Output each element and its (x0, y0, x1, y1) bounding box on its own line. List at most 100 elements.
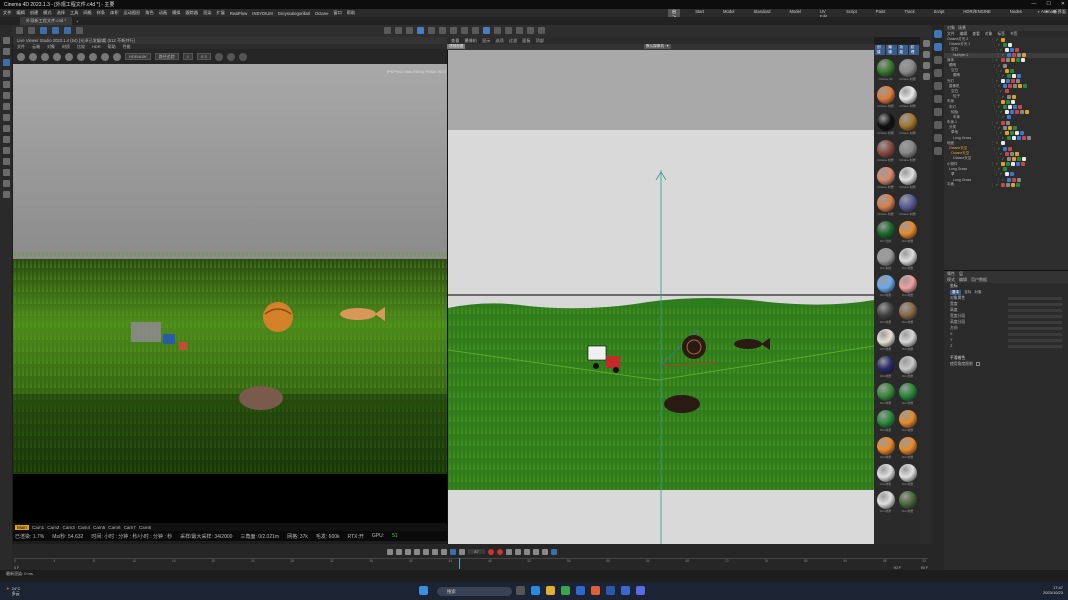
layout-tab-active[interactable]: 启动 (668, 9, 681, 20)
tag-icon[interactable] (1010, 130, 1014, 135)
tag-icon[interactable] (1010, 47, 1014, 52)
tag-icon[interactable] (1003, 84, 1007, 89)
pen-icon[interactable] (2, 158, 10, 165)
rotate-view-icon[interactable] (922, 62, 930, 69)
gear-icon[interactable] (538, 27, 545, 34)
attribute-field-value[interactable] (1008, 314, 1062, 318)
visibility-icon[interactable]: ⋮ ✓ (991, 100, 1001, 104)
tag-icon[interactable] (1006, 162, 1010, 167)
layout-tab[interactable]: Model (719, 9, 738, 17)
object-tab[interactable]: 对象 (947, 25, 955, 31)
tag-icon[interactable] (1011, 182, 1015, 187)
tag-icon[interactable] (1003, 105, 1007, 110)
move-icon[interactable] (2, 59, 10, 66)
tag-icon[interactable] (1017, 53, 1021, 58)
attribute-field[interactable]: Z (944, 343, 1068, 349)
visibility-icon[interactable]: ⋮ ✓ (991, 58, 1001, 62)
paint-icon[interactable] (2, 147, 10, 154)
material-swatch[interactable]: Oct.材质 (897, 409, 918, 436)
tag-icon[interactable] (1006, 120, 1010, 125)
tag-icon[interactable] (1017, 177, 1021, 182)
rotate-icon[interactable] (2, 81, 10, 88)
visibility-icon[interactable]: ⋮ ✓ (995, 152, 1005, 156)
timeline-ruler[interactable]: 0 4 8 12 16 20 24 28 32 36 40 44 48 52 56 60 64 68 72 76 80 8… (14, 558, 928, 564)
tag-icon[interactable] (1022, 156, 1026, 161)
menu-item[interactable]: 跟踪器 (185, 10, 198, 16)
tag-icon[interactable] (1001, 37, 1005, 42)
color-icon[interactable] (101, 52, 109, 61)
tag-icon[interactable] (1017, 136, 1021, 141)
viewport-menu-item[interactable]: 顶部 (536, 38, 544, 44)
viewport-menu-item[interactable]: 选项 (495, 38, 503, 44)
app-icon-4[interactable] (636, 586, 645, 595)
viewport-menu-item[interactable]: 查看 (451, 38, 459, 44)
app-icon-3[interactable] (621, 586, 630, 595)
tag-icon[interactable] (1015, 110, 1019, 115)
material-swatch[interactable]: Octane 材质 (875, 166, 896, 193)
tonemap-icon[interactable] (214, 52, 223, 61)
tag-icon[interactable] (1003, 125, 1007, 130)
weather-widget[interactable]: ☀ 24°C 多云 (6, 586, 21, 597)
zoom-view-icon[interactable] (922, 51, 930, 58)
autokey-icon[interactable] (496, 548, 503, 555)
visibility-icon[interactable]: ⋮ ✓ (995, 110, 1005, 114)
tag-icon[interactable] (1027, 136, 1031, 141)
attribute-menu-item[interactable]: 用户数据 (971, 277, 987, 283)
viewport-camera-badge[interactable]: 默认摄像机 ·✦ (644, 44, 672, 49)
value1-field[interactable]: 1 (182, 53, 194, 60)
tag-icon[interactable] (1013, 105, 1017, 110)
tag-icon[interactable] (1003, 42, 1007, 47)
menu-item[interactable]: INSYDIUM (252, 11, 272, 16)
tag-icon[interactable] (1005, 130, 1009, 135)
tag-icon[interactable] (1001, 99, 1005, 104)
material-swatch[interactable]: Octane 材质 (897, 193, 918, 220)
cube-icon[interactable] (417, 27, 424, 34)
uv-mode-icon[interactable] (934, 95, 942, 103)
explorer-icon[interactable] (546, 586, 555, 595)
material-swatch[interactable]: Oct.条纹 (875, 247, 896, 274)
app-icon-1[interactable] (576, 586, 585, 595)
material-swatch[interactable]: Oct.材质 (875, 409, 896, 436)
material-swatch[interactable]: Octane 材质 (897, 139, 918, 166)
object-menu-item[interactable]: 编辑 (960, 32, 968, 37)
cinema4d-icon[interactable] (606, 586, 615, 595)
transform-icon[interactable] (2, 92, 10, 99)
prev-frame-icon[interactable] (405, 548, 412, 555)
goto-start-icon[interactable] (387, 548, 394, 555)
range-fps[interactable]: 90 F (894, 566, 901, 570)
sound-icon[interactable] (459, 548, 466, 555)
object-menu-item[interactable]: 文件 (947, 32, 955, 37)
viewport-scene[interactable] (448, 50, 874, 544)
layout-tab[interactable]: Script (842, 9, 861, 17)
menu-item[interactable]: 体积 (110, 10, 118, 16)
menu-item[interactable]: 渲染 (203, 10, 211, 16)
material-tab[interactable]: 创建 (875, 45, 886, 55)
tag-icon[interactable] (1001, 79, 1005, 84)
play-icon[interactable] (414, 548, 421, 555)
tag-icon[interactable] (1007, 94, 1011, 99)
visibility-icon[interactable]: ⋮ ✓ (993, 105, 1003, 109)
visibility-icon[interactable]: ⋮ ✓ (997, 53, 1007, 57)
object-tab[interactable]: 场景 (958, 25, 966, 31)
visibility-icon[interactable]: ⋮ ✓ (993, 126, 1003, 130)
camera-tab[interactable]: Cam2 (47, 525, 59, 530)
tag-icon[interactable] (1001, 182, 1005, 187)
tag-icon[interactable] (1005, 68, 1009, 73)
subdivision-icon[interactable] (439, 27, 446, 34)
tag-icon[interactable] (1008, 84, 1012, 89)
tag-icon[interactable] (1010, 68, 1014, 73)
material-swatch[interactable]: Oct.材质 (897, 328, 918, 355)
edge-mode-icon[interactable] (934, 69, 942, 77)
next-frame-icon[interactable] (423, 548, 430, 555)
tag-icon[interactable] (1001, 162, 1005, 167)
menu-item[interactable]: 扩展 (216, 10, 224, 16)
rotation-key-icon[interactable] (532, 548, 539, 555)
tag-icon[interactable] (1016, 162, 1020, 167)
loop-icon[interactable] (450, 548, 457, 555)
tag-icon[interactable] (1003, 167, 1007, 172)
settings-icon[interactable] (527, 27, 534, 34)
viewport-menu-item[interactable]: 过滤 (509, 38, 517, 44)
tag-icon[interactable] (1008, 42, 1012, 47)
visibility-icon[interactable]: ⋮ ✓ (997, 95, 1007, 99)
material-swatch[interactable]: Octane 材质 (875, 139, 896, 166)
